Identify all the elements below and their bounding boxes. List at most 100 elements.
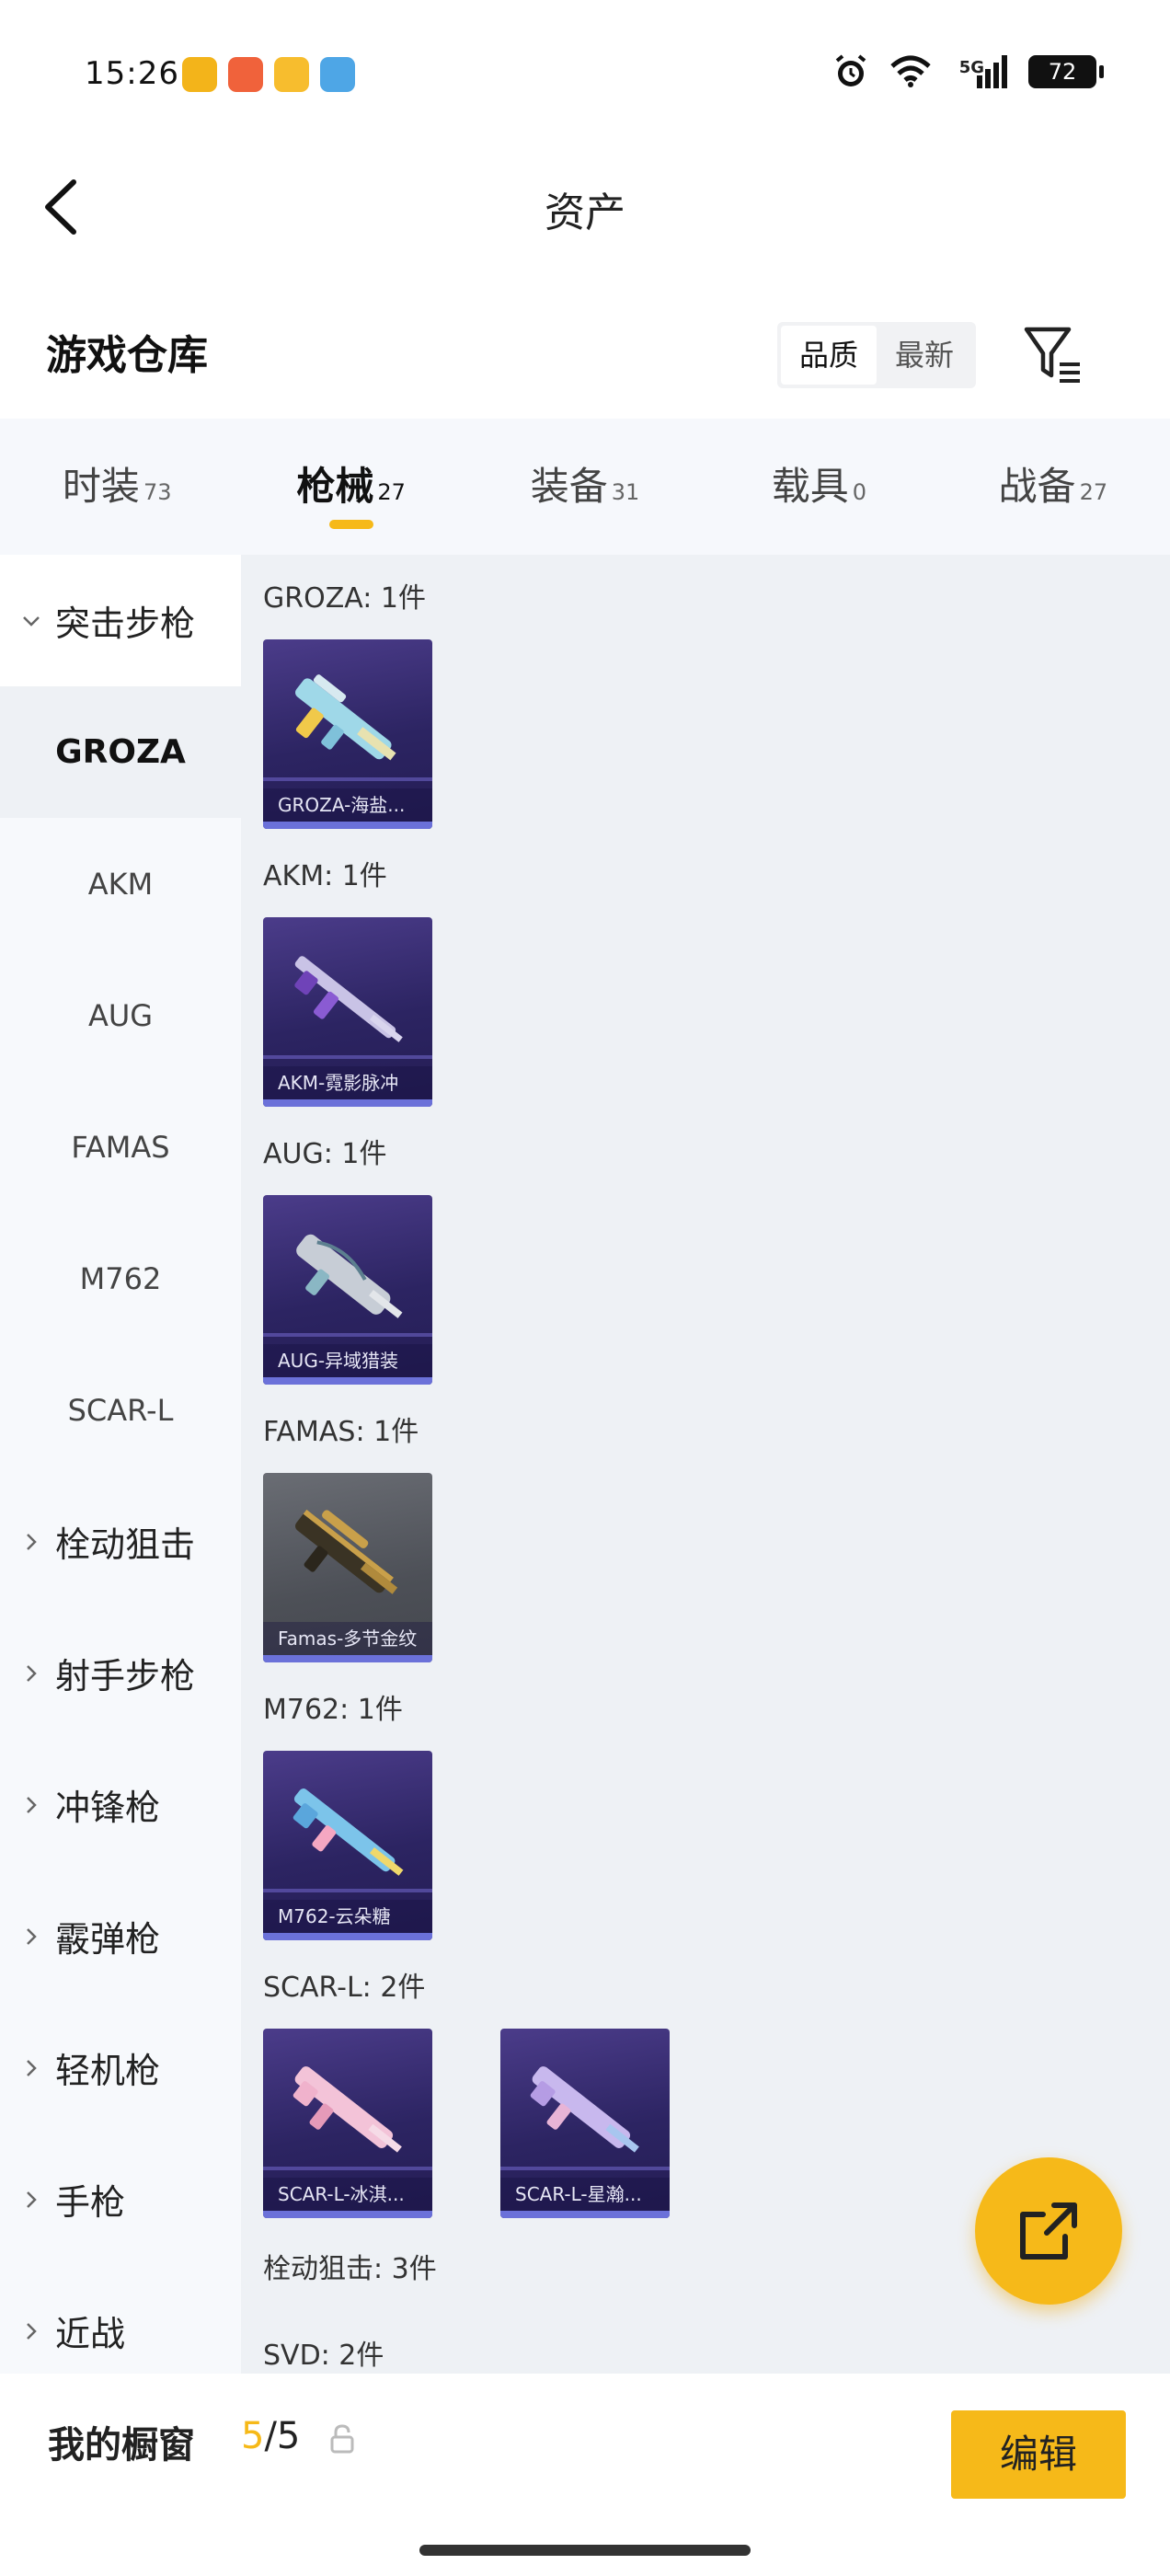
sort-toggle: 品质 最新 xyxy=(777,322,976,388)
status-time: 15:26 xyxy=(85,55,179,92)
tab-guns[interactable]: 枪械 27 xyxy=(234,419,467,555)
alarm-icon xyxy=(835,54,866,86)
tab-label: 载具 xyxy=(771,464,849,509)
sidebar-item-bolt-sniper[interactable]: 栓动狙击 xyxy=(0,1476,241,1607)
sidebar-sub-label: SCAR-L xyxy=(67,1392,174,1428)
sidebar-sub-groza[interactable]: GROZA xyxy=(0,686,241,818)
quality-bar xyxy=(263,1099,432,1107)
home-indicator[interactable] xyxy=(419,2545,751,2556)
group-title-aug: AUG: 1件 xyxy=(263,1138,387,1170)
sidebar-item-label: 冲锋枪 xyxy=(55,1788,161,1828)
sidebar-sub-akm[interactable]: AKM xyxy=(0,818,241,949)
sidebar-sub-label: FAMAS xyxy=(71,1129,170,1165)
tab-supplies[interactable]: 战备 27 xyxy=(936,419,1170,555)
group-title-groza: GROZA: 1件 xyxy=(263,582,426,615)
skin-name: M762-云朵糖 xyxy=(263,1900,432,1933)
chevron-right-icon xyxy=(27,1796,37,1813)
sidebar-item-label: 突击步枪 xyxy=(55,604,196,644)
tab-label: 战备 xyxy=(998,464,1076,509)
chevron-down-icon xyxy=(23,615,40,627)
sidebar-sub-scar-l[interactable]: SCAR-L xyxy=(0,1344,241,1476)
edit-button[interactable]: 编辑 xyxy=(951,2410,1126,2499)
card-stripe xyxy=(500,2167,670,2170)
tab-label: 装备 xyxy=(530,464,608,509)
sidebar-item-shotgun[interactable]: 霰弹枪 xyxy=(0,1870,241,2002)
showcase-bar: 我的橱窗 5/5 编辑 xyxy=(0,2374,1170,2502)
battery-icon: 72 xyxy=(1028,55,1104,88)
card-stripe xyxy=(263,1055,432,1059)
quality-bar xyxy=(500,2211,670,2218)
card-stripe xyxy=(263,1889,432,1892)
sort-quality[interactable]: 品质 xyxy=(781,326,877,385)
notification-icons xyxy=(182,57,355,92)
skin-card[interactable]: SCAR-L-星瀚... xyxy=(500,2029,670,2218)
skin-card[interactable]: M762-云朵糖 xyxy=(263,1751,432,1940)
sidebar-item-smg[interactable]: 冲锋枪 xyxy=(0,1739,241,1870)
chevron-right-icon xyxy=(27,1927,37,1945)
app-icon-2 xyxy=(228,57,263,92)
card-stripe xyxy=(263,1333,432,1337)
sidebar-sub-famas[interactable]: FAMAS xyxy=(0,1081,241,1213)
status-bar: 15:26 5G 72 xyxy=(0,0,1170,138)
weapon-skin-list: GROZA: 1件 GROZA-海盐... AKM: 1件 AKM-霓影脉冲 A… xyxy=(241,555,1170,2374)
tab-fashion[interactable]: 时装 73 xyxy=(0,419,234,555)
skin-card[interactable]: AKM-霓影脉冲 xyxy=(263,917,432,1107)
rifle-image xyxy=(295,1509,398,1594)
group-title-m762: M762: 1件 xyxy=(263,1694,403,1726)
sidebar-sub-label: M762 xyxy=(79,1260,162,1296)
quality-bar xyxy=(263,1655,432,1662)
chevron-right-icon xyxy=(27,1664,37,1682)
sidebar-item-marksman-rifle[interactable]: 射手步枪 xyxy=(0,1607,241,1739)
group-title-famas: FAMAS: 1件 xyxy=(263,1416,419,1448)
network-label: 5G xyxy=(958,58,984,77)
warehouse-title: 游戏仓库 xyxy=(46,332,208,379)
wifi-icon xyxy=(890,55,931,87)
sidebar-sub-label: AUG xyxy=(87,997,154,1033)
skin-card[interactable]: Famas-多节金纹 xyxy=(263,1473,432,1662)
sort-newest[interactable]: 最新 xyxy=(877,326,972,385)
rifle-image xyxy=(292,1788,404,1876)
card-stripe xyxy=(263,777,432,781)
tab-count: 31 xyxy=(611,479,640,505)
tab-vehicles[interactable]: 载具 0 xyxy=(702,419,935,555)
weather-icon xyxy=(320,57,355,92)
quality-bar xyxy=(263,1933,432,1940)
group-title-akm: AKM: 1件 xyxy=(263,860,387,892)
sidebar-sub-aug[interactable]: AUG xyxy=(0,949,241,1081)
tab-equipment[interactable]: 装备 31 xyxy=(468,419,702,555)
sidebar-sub-m762[interactable]: M762 xyxy=(0,1213,241,1344)
skin-card[interactable]: AUG-异域猎装 xyxy=(263,1195,432,1385)
rifle-image xyxy=(530,2066,639,2153)
sidebar-sub-label: GROZA xyxy=(55,733,186,771)
app-icon-3 xyxy=(274,57,309,92)
quality-bar xyxy=(263,822,432,829)
tab-label: 枪械 xyxy=(296,464,374,509)
active-tab-indicator xyxy=(328,520,373,529)
skin-name: AKM-霓影脉冲 xyxy=(263,1066,432,1099)
skin-name: SCAR-L-冰淇... xyxy=(263,2178,432,2211)
header: 资产 xyxy=(0,138,1170,276)
chevron-right-icon xyxy=(27,2322,37,2340)
page-title: 资产 xyxy=(545,190,625,236)
chevron-right-icon xyxy=(27,2059,37,2076)
sidebar-item-label: 手枪 xyxy=(55,2182,126,2223)
tab-label: 时装 xyxy=(62,464,140,509)
share-button[interactable] xyxy=(975,2157,1122,2305)
weapon-category-sidebar: 突击步枪 GROZA AKM AUG FAMAS M762 SCAR-L 栓动狙… xyxy=(0,555,241,2374)
sidebar-item-label: 轻机枪 xyxy=(55,2051,161,2091)
chevron-right-icon xyxy=(27,2191,37,2208)
chevron-right-icon xyxy=(27,1533,37,1550)
sidebar-item-pistol[interactable]: 手枪 xyxy=(0,2133,241,2265)
rifle-image xyxy=(292,2066,402,2153)
skin-card[interactable]: SCAR-L-冰淇... xyxy=(263,2029,432,2218)
category-tabs: 时装 73 枪械 27 装备 31 载具 0 战备 27 xyxy=(0,419,1170,555)
tab-count: 27 xyxy=(1079,479,1108,505)
showcase-count: 5/5 xyxy=(241,2415,300,2457)
sidebar-item-assault-rifles[interactable]: 突击步枪 xyxy=(0,555,241,686)
app-icon-1 xyxy=(182,57,217,92)
filter-button[interactable] xyxy=(1023,322,1084,388)
skin-card[interactable]: GROZA-海盐... xyxy=(263,639,432,829)
tab-count: 73 xyxy=(143,479,172,505)
lock-icon xyxy=(330,2424,354,2454)
sidebar-item-lmg[interactable]: 轻机枪 xyxy=(0,2002,241,2133)
